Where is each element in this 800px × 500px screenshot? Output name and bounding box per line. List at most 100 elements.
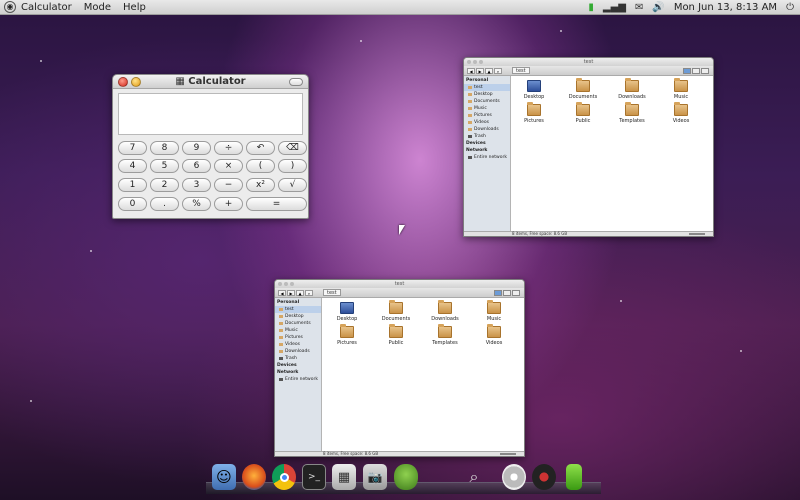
key-open-paren[interactable]: ( [246,159,275,173]
sidebar-header-devices[interactable]: Devices [275,362,321,369]
finder-icon[interactable]: ☺ [212,464,236,490]
fm-file-area[interactable]: Desktop Documents Downloads Music Pictur… [322,298,524,451]
folder-templates[interactable]: Templates [613,102,651,124]
key-1[interactable]: 1 [118,178,147,192]
folder-downloads[interactable]: Downloads [426,300,464,322]
folder-templates[interactable]: Templates [426,324,464,346]
back-button[interactable]: ◀ [278,290,286,296]
key-5[interactable]: 5 [150,159,179,173]
folder-public[interactable]: Public [564,102,602,124]
minimize-icon[interactable] [131,77,141,87]
sidebar-item-downloads[interactable]: Downloads [464,126,510,133]
key-0[interactable]: 0 [118,197,147,211]
sidebar-header-network[interactable]: Network [464,147,510,154]
sidebar-item-entire-network[interactable]: Entire network [464,154,510,161]
mail-icon[interactable]: ✉ [635,2,643,13]
sidebar-item-videos[interactable]: Videos [275,341,321,348]
sidebar-item-pictures[interactable]: Pictures [464,112,510,119]
zoom-slider[interactable] [689,233,705,235]
key-4[interactable]: 4 [118,159,147,173]
key-percent[interactable]: % [182,197,211,211]
sidebar-item-downloads[interactable]: Downloads [275,348,321,355]
battery-icon[interactable] [566,464,582,490]
minimize-icon[interactable] [473,60,477,64]
search-icon[interactable]: ⌕ [462,464,486,490]
sidebar-item-music[interactable]: Music [464,105,510,112]
folder-desktop[interactable]: Desktop [515,80,553,100]
key-divide[interactable]: ÷ [214,141,243,155]
pidgin-icon[interactable] [394,464,418,490]
sidebar-item-test[interactable]: test [275,306,321,313]
zoom-slider[interactable] [500,453,516,455]
folder-pictures[interactable]: Pictures [328,324,366,346]
sidebar-item-pictures[interactable]: Pictures [275,334,321,341]
sidebar-item-desktop[interactable]: Desktop [275,313,321,320]
key-sqrt[interactable]: √ [278,178,307,192]
key-subtract[interactable]: − [214,178,243,192]
key-6[interactable]: 6 [182,159,211,173]
apple-icon[interactable] [432,464,456,490]
close-icon[interactable] [118,77,128,87]
compact-view-button[interactable] [512,290,520,296]
sidebar-item-documents[interactable]: Documents [275,320,321,327]
sidebar-header-network[interactable]: Network [275,369,321,376]
maximize-icon[interactable] [289,78,303,86]
sidebar-item-desktop[interactable]: Desktop [464,91,510,98]
key-equals[interactable]: = [246,197,307,211]
sidebar-header-devices[interactable]: Devices [464,140,510,147]
folder-music[interactable]: Music [475,300,513,322]
power-icon[interactable]: ⏻ [786,2,794,13]
fm-titlebar[interactable]: test [275,280,524,288]
close-icon[interactable] [467,60,471,64]
folder-documents[interactable]: Documents [377,300,415,322]
calculator-display[interactable] [118,93,303,135]
list-view-button[interactable] [692,68,700,74]
signal-icon[interactable]: ▂▄▆ [603,2,626,13]
fm-file-area[interactable]: Desktop Documents Downloads Music Pictur… [511,76,713,231]
sidebar-item-trash[interactable]: Trash [275,355,321,362]
close-icon[interactable] [278,282,282,286]
key-backspace[interactable]: ⌫ [278,141,307,155]
folder-music[interactable]: Music [662,78,700,100]
screenshot-icon[interactable]: 📷 [363,464,387,490]
network-icon[interactable]: ▮ [588,2,594,13]
terminal-icon[interactable]: >_ [302,464,326,490]
folder-videos[interactable]: Videos [475,324,513,346]
clock[interactable]: Mon Jun 13, 8:13 AM [674,2,777,13]
key-2[interactable]: 2 [150,178,179,192]
sidebar-item-documents[interactable]: Documents [464,98,510,105]
sidebar-item-music[interactable]: Music [275,327,321,334]
search-button[interactable]: ⌕ [494,68,502,74]
compact-view-button[interactable] [701,68,709,74]
menu-help[interactable]: Help [123,2,146,13]
sidebar-item-trash[interactable]: Trash [464,133,510,140]
up-button[interactable]: ▲ [296,290,304,296]
list-view-button[interactable] [503,290,511,296]
icon-view-button[interactable] [494,290,502,296]
folder-documents[interactable]: Documents [564,78,602,100]
key-square[interactable]: x² [246,178,275,192]
search-button[interactable]: ⌕ [305,290,313,296]
folder-desktop[interactable]: Desktop [328,302,366,322]
breadcrumb[interactable]: test [512,67,530,74]
calculator-icon[interactable]: ▦ [332,464,356,490]
key-8[interactable]: 8 [150,141,179,155]
folder-videos[interactable]: Videos [662,102,700,124]
key-add[interactable]: + [214,197,243,211]
disc-icon[interactable] [502,464,526,490]
firefox-icon[interactable] [242,464,266,490]
sidebar-item-videos[interactable]: Videos [464,119,510,126]
maximize-icon[interactable] [479,60,483,64]
key-9[interactable]: 9 [182,141,211,155]
key-undo[interactable]: ↶ [246,141,275,155]
breadcrumb[interactable]: test [323,289,341,296]
fm-titlebar[interactable]: test [464,58,713,66]
key-close-paren[interactable]: ) [278,159,307,173]
folder-public[interactable]: Public [377,324,415,346]
back-button[interactable]: ◀ [467,68,475,74]
maximize-icon[interactable] [290,282,294,286]
system-menu-icon[interactable]: ◉ [4,1,16,13]
up-button[interactable]: ▲ [485,68,493,74]
calculator-titlebar[interactable]: ▦ Calculator [113,75,308,89]
folder-pictures[interactable]: Pictures [515,102,553,124]
